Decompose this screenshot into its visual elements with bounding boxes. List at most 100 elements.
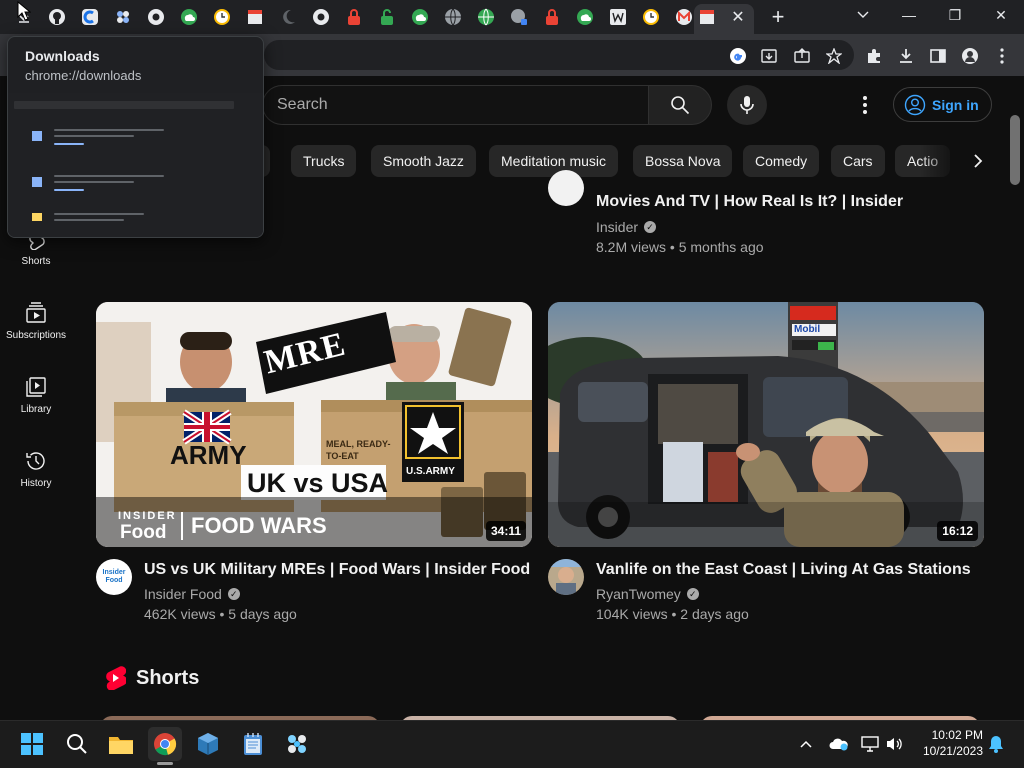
- maximize-button[interactable]: ❐: [940, 4, 970, 26]
- close-window-button[interactable]: ✕: [986, 4, 1016, 26]
- video-title-vanlife[interactable]: Vanlife on the East Coast | Living At Ga…: [596, 561, 971, 579]
- screen: ✕ + — ❐ ✕ Search Sign in Trucks Smooth J…: [0, 0, 1024, 768]
- channel-name-vanlife[interactable]: RyanTwomey ✓: [596, 586, 699, 602]
- chrome-menu-icon[interactable]: [990, 44, 1014, 68]
- sign-in-button[interactable]: Sign in: [893, 87, 992, 122]
- tab-favicon-app[interactable]: [80, 7, 100, 27]
- start-menu-icon[interactable]: [15, 727, 49, 761]
- tab-favicon-globe-green[interactable]: [476, 7, 496, 27]
- guide-label-subscriptions: Subscriptions: [5, 330, 67, 341]
- search-box[interactable]: [262, 85, 648, 125]
- guide-item-library[interactable]: Library: [0, 376, 72, 436]
- vanlife-thumbnail-art: [548, 302, 984, 547]
- tab-favicon-m[interactable]: [674, 7, 694, 27]
- video-thumbnail-mre[interactable]: MRE ARMY UK vs USA U.S.ARMY MEAL, READY-…: [96, 302, 532, 547]
- install-app-icon[interactable]: [757, 44, 781, 68]
- duration-badge-vanlife: 16:12: [937, 521, 978, 541]
- tab-favicon-pinwheel[interactable]: [113, 7, 133, 27]
- chip-bossa-nova[interactable]: Bossa Nova: [633, 145, 733, 177]
- tab-favicon-store-active[interactable]: [697, 7, 717, 27]
- taskbar-search-icon[interactable]: [60, 727, 94, 761]
- tab-favicon-lock-green[interactable]: [377, 7, 397, 27]
- profile-icon[interactable]: [958, 44, 982, 68]
- chrome-running-indicator: [157, 762, 173, 765]
- tab-favicon-moon[interactable]: [278, 7, 298, 27]
- network-display-icon[interactable]: [860, 734, 880, 754]
- chrome-taskbar-icon[interactable]: [148, 727, 182, 761]
- shorts-logo-icon: [106, 666, 126, 690]
- guide-item-history[interactable]: History: [0, 450, 72, 510]
- tab-favicon-chrome[interactable]: [146, 7, 166, 27]
- chip-smooth-jazz[interactable]: Smooth Jazz: [371, 145, 476, 177]
- show-hidden-icons-chevron-icon[interactable]: [796, 734, 816, 754]
- chips-fade: [920, 142, 960, 178]
- pinwheel-app-icon[interactable]: [280, 727, 314, 761]
- thumb-text-insider: INSIDER: [118, 510, 177, 522]
- tab-favicon-cloud-2[interactable]: [410, 7, 430, 27]
- channel-avatar-insider[interactable]: [548, 170, 584, 206]
- tab-favicon-cloud[interactable]: [179, 7, 199, 27]
- file-explorer-icon[interactable]: [104, 727, 138, 761]
- chips-next-button[interactable]: [962, 145, 994, 177]
- guide-item-subscriptions[interactable]: Subscriptions: [0, 302, 72, 362]
- tab-favicon-lock-red[interactable]: [344, 7, 364, 27]
- channel-name-top[interactable]: Insider ✓: [596, 219, 657, 235]
- video-thumbnail-vanlife[interactable]: Mobil 16:12: [548, 302, 984, 547]
- channel-name-mre[interactable]: Insider Food ✓: [144, 586, 240, 602]
- channel-avatar-insider-food[interactable]: Insider Food: [96, 559, 132, 595]
- tab-favicon-globe[interactable]: [443, 7, 463, 27]
- bookmark-star-icon[interactable]: [822, 44, 846, 68]
- new-tab-button[interactable]: +: [767, 4, 789, 29]
- settings-menu-button[interactable]: [852, 92, 878, 118]
- share-icon[interactable]: [790, 44, 814, 68]
- tab-favicon-store[interactable]: [245, 7, 265, 27]
- search-button[interactable]: [648, 85, 712, 125]
- notepad-icon[interactable]: [236, 727, 270, 761]
- tab-search-chevron-icon[interactable]: [848, 4, 878, 26]
- minimize-button[interactable]: —: [894, 4, 924, 26]
- chip-trucks[interactable]: Trucks: [291, 145, 357, 177]
- channel-label-top: Insider: [596, 219, 639, 235]
- tab-hover-card-downloads: Downloads chrome://downloads: [7, 36, 264, 238]
- history-icon: [26, 452, 45, 470]
- chip-comedy[interactable]: Comedy: [743, 145, 820, 177]
- thumb-text-uk-vs-usa: UK vs USA: [247, 468, 389, 498]
- chip-bar: e Trucks Smooth Jazz Meditation music Bo…: [250, 142, 1010, 178]
- google-icon[interactable]: [726, 44, 750, 68]
- search-input[interactable]: [277, 96, 617, 114]
- page-scrollbar-thumb[interactable]: [1010, 115, 1020, 185]
- thumb-text-army: ARMY: [170, 440, 247, 470]
- channel-avatar-ryantwomey[interactable]: [548, 559, 584, 595]
- side-panel-icon[interactable]: [926, 44, 950, 68]
- chip-meditation-music[interactable]: Meditation music: [489, 145, 619, 177]
- more-vertical-icon: [863, 96, 867, 114]
- voice-search-button[interactable]: [727, 85, 767, 125]
- tab-favicon-cloud-3[interactable]: [575, 7, 595, 27]
- tab-favicon-clock[interactable]: [212, 7, 232, 27]
- taskbar-clock[interactable]: 10:02 PM 10/21/2023: [915, 727, 983, 759]
- tab-favicon-github[interactable]: [47, 7, 67, 27]
- library-icon: [26, 377, 46, 397]
- thumb-text-food: Food: [120, 522, 167, 543]
- tab-favicon-word[interactable]: [608, 7, 628, 27]
- video-title-mre[interactable]: US vs UK Military MREs | Food Wars | Ins…: [144, 561, 530, 579]
- video-title-top[interactable]: Movies And TV | How Real Is It? | Inside…: [596, 193, 903, 211]
- tab-favicon-globe-lock[interactable]: [509, 7, 529, 27]
- volume-icon[interactable]: [884, 734, 904, 754]
- tab-favicon-chrome-2[interactable]: [311, 7, 331, 27]
- chip-cars[interactable]: Cars: [831, 145, 885, 177]
- tab-favicon-lock-red-2[interactable]: [542, 7, 562, 27]
- shorts-title: Shorts: [136, 666, 200, 689]
- notification-bell-icon[interactable]: [986, 734, 1006, 754]
- thumb-text-meal-ready: MEAL, READY-TO-EAT: [326, 439, 391, 461]
- extensions-puzzle-icon[interactable]: [862, 44, 886, 68]
- video-meta-mre: 462K views • 5 days ago: [144, 606, 297, 622]
- file-icon: [32, 177, 42, 187]
- mouse-cursor-icon: [17, 1, 31, 21]
- tab-favicon-clock-2[interactable]: [641, 7, 661, 27]
- shorts-section-header: Shorts: [104, 666, 199, 690]
- onedrive-cloud-icon[interactable]: [829, 734, 849, 754]
- close-tab-icon[interactable]: ✕: [729, 8, 747, 26]
- virtualbox-icon[interactable]: [191, 727, 225, 761]
- downloads-icon[interactable]: [894, 44, 918, 68]
